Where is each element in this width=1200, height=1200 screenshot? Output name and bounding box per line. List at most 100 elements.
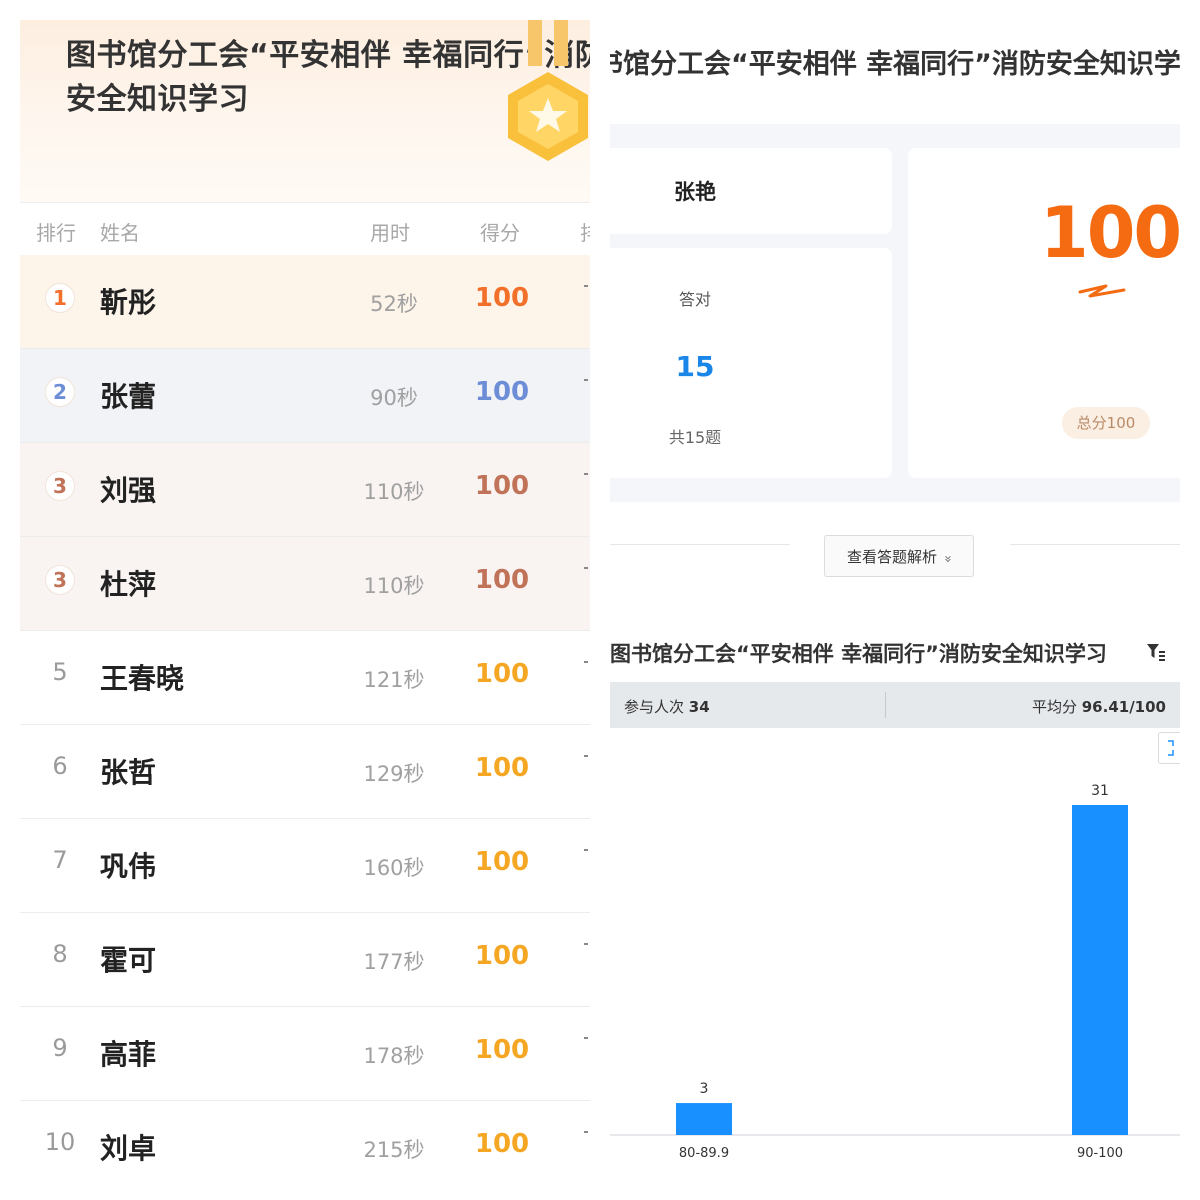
truncated-column-mark (584, 1131, 588, 1133)
truncated-column-mark (584, 755, 588, 757)
participants-label: 参与人次 (624, 698, 685, 716)
view-analysis-label: 查看答题解析 (847, 548, 938, 566)
header-time: 用时 (370, 221, 410, 245)
time-used: 90秒 (370, 386, 418, 410)
rank-badge: 3 (46, 472, 74, 500)
truncated-column-mark (584, 849, 588, 851)
total-score-pill: 总分100 (1062, 407, 1150, 439)
truncated-column-mark (584, 379, 588, 381)
header-score: 得分 (480, 221, 520, 245)
table-row[interactable]: 1 靳彤 52秒 100 (20, 255, 590, 349)
score: 100 (474, 1129, 530, 1159)
score: 100 (474, 753, 530, 783)
player-name: 刘强 (100, 474, 157, 507)
player-name: 靳彤 (100, 286, 157, 319)
correct-count: 15 (675, 350, 715, 383)
divider (610, 544, 790, 545)
time-used: 110秒 (363, 574, 425, 598)
player-name: 张哲 (100, 756, 157, 789)
result-title: 书馆分工会“平安相伴 幸福同行”消防安全知识学 (610, 49, 1180, 80)
table-row[interactable]: 5 王春晓 121秒 100 (20, 631, 590, 725)
header-extra: 排 (580, 217, 590, 246)
truncated-column-mark (584, 473, 588, 475)
participants-value: 34 (688, 698, 710, 716)
table-row[interactable]: 7 巩伟 160秒 100 (20, 819, 590, 913)
table-row[interactable]: 6 张哲 129秒 100 (20, 725, 590, 819)
stats-title: 图书馆分工会“平安相伴 幸福同行”消防安全知识学习 (610, 642, 1107, 666)
stats-panel: 图书馆分工会“平安相伴 幸福同行”消防安全知识学习 参与人次 34 平均分 96… (610, 630, 1180, 1180)
header-name: 姓名 (100, 221, 140, 245)
time-used: 215秒 (363, 1138, 425, 1162)
divider (1010, 544, 1180, 545)
result-panel: 书馆分工会“平安相伴 幸福同行”消防安全知识学 张艳 答对 15 共15题 10… (610, 20, 1180, 620)
truncated-column-mark (584, 567, 588, 569)
data-label: 31 (1091, 783, 1109, 799)
expand-icon[interactable] (1158, 732, 1180, 764)
chevron-down-icon: » (940, 555, 955, 563)
rank-number: 9 (52, 1034, 68, 1062)
time-used: 121秒 (363, 668, 425, 692)
rank-number: 7 (52, 846, 68, 874)
rank-badge: 2 (46, 378, 74, 406)
player-name: 张蕾 (100, 380, 157, 413)
time-used: 178秒 (363, 1044, 425, 1068)
score: 100 (474, 659, 530, 689)
score: 100 (474, 565, 530, 595)
player-name: 霍可 (100, 944, 157, 977)
player-name: 高菲 (100, 1038, 157, 1071)
truncated-column-mark (584, 1037, 588, 1039)
table-row[interactable]: 3 刘强 110秒 100 (20, 443, 590, 537)
table-row[interactable]: 8 霍可 177秒 100 (20, 913, 590, 1007)
player-name: 杜萍 (100, 568, 157, 601)
medal-star-icon (508, 20, 588, 161)
divider (885, 692, 886, 718)
table-row[interactable]: 10 刘卓 215秒 100 (20, 1101, 590, 1180)
time-used: 129秒 (363, 762, 425, 786)
truncated-column-mark (584, 943, 588, 945)
rank-number: 10 (44, 1128, 76, 1156)
player-name: 巩伟 (100, 850, 157, 883)
average-label: 平均分 (1031, 698, 1077, 716)
rank-number: 8 (52, 940, 68, 968)
score: 100 (474, 941, 530, 971)
score: 100 (474, 283, 530, 313)
final-score: 100 (1040, 192, 1180, 274)
score: 100 (474, 471, 530, 501)
bar[interactable] (1072, 805, 1128, 1135)
average-score: 平均分 96.41/100 (1032, 696, 1166, 717)
score: 100 (474, 1035, 530, 1065)
leaderboard-panel: 图书馆分工会“平安相伴 幸福同行”消防安全知识学习 排行 姓名 用时 得分 排 … (20, 20, 590, 1180)
view-analysis-button[interactable]: 查看答题解析» (824, 535, 974, 577)
table-row[interactable]: 3 杜萍 110秒 100 (20, 537, 590, 631)
x-tick-label: 90-100 (1077, 1146, 1123, 1161)
total-questions: 共15题 (668, 428, 722, 447)
truncated-column-mark (584, 285, 588, 287)
header-rank: 排行 (36, 221, 76, 245)
table-row[interactable]: 9 高菲 178秒 100 (20, 1007, 590, 1101)
rank-badge: 3 (46, 566, 74, 594)
filter-icon[interactable] (1146, 642, 1166, 662)
banner: 图书馆分工会“平安相伴 幸福同行”消防安全知识学习 (20, 20, 590, 202)
time-used: 177秒 (363, 950, 425, 974)
rank-number: 5 (52, 658, 68, 686)
score-underline-icon (1078, 284, 1126, 298)
data-label: 3 (700, 1081, 709, 1097)
participants: 参与人次 34 (624, 696, 710, 717)
score: 100 (474, 377, 530, 407)
player-name: 刘卓 (100, 1132, 157, 1165)
time-used: 110秒 (363, 480, 425, 504)
table-row[interactable]: 2 张蕾 90秒 100 (20, 349, 590, 443)
correct-label: 答对 (678, 290, 711, 309)
rank-number: 6 (52, 752, 68, 780)
leaderboard-rows: 1 靳彤 52秒 100 2 张蕾 90秒 100 3 刘强 110秒 100 … (20, 255, 590, 1180)
time-used: 52秒 (370, 292, 418, 316)
leaderboard-header: 排行 姓名 用时 得分 排 (20, 202, 590, 256)
truncated-column-mark (584, 661, 588, 663)
score-distribution-chart: 3 80-89.9 31 90-100 (610, 783, 1180, 1161)
time-used: 160秒 (363, 856, 425, 880)
name-box (610, 148, 892, 234)
user-name: 张艳 (674, 180, 716, 204)
score: 100 (474, 847, 530, 877)
bar[interactable] (676, 1103, 732, 1135)
rank-badge: 1 (46, 284, 74, 312)
